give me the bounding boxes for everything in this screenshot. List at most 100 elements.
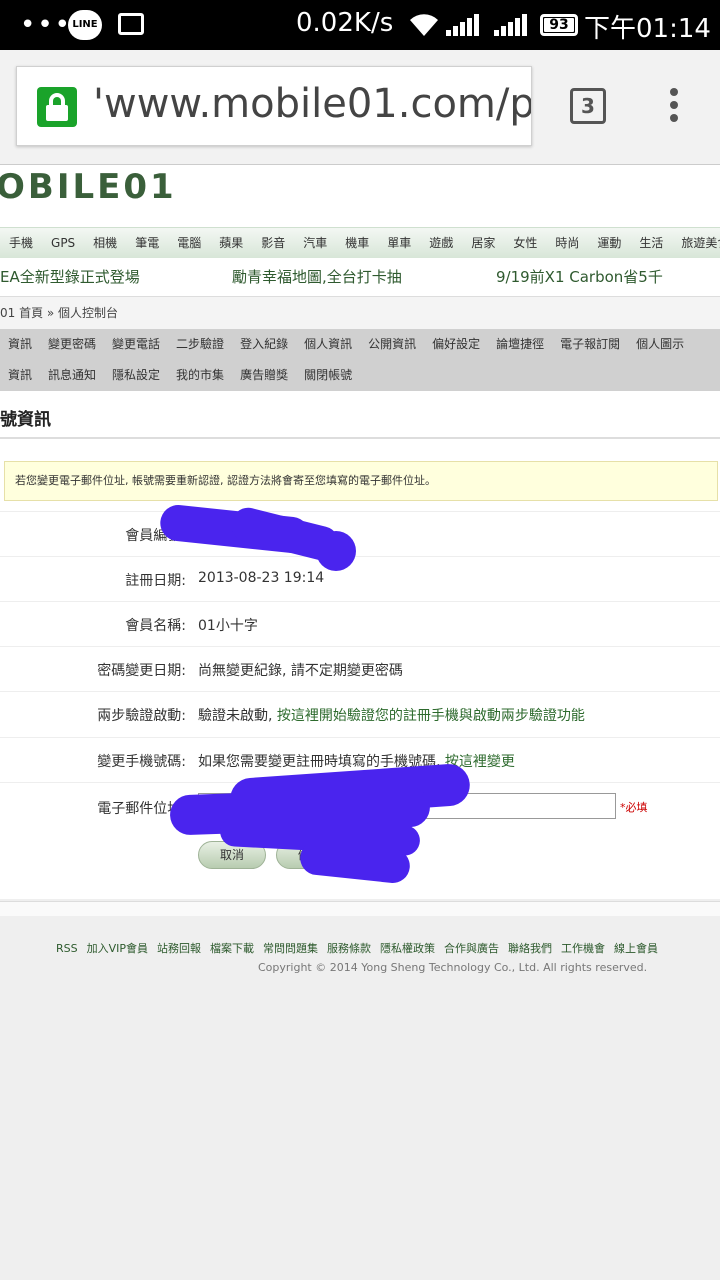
signal-icon-2 bbox=[494, 14, 529, 36]
member-name-value: 01小十字 bbox=[198, 618, 258, 634]
control-panel-link-2[interactable]: 變更密碼 bbox=[40, 329, 104, 360]
more-notifications-icon: ••• bbox=[20, 10, 73, 40]
password-change-row: 密碼變更日期: 尚無變更紀錄, 請不定期變更密碼 bbox=[0, 646, 720, 691]
lock-icon[interactable] bbox=[37, 87, 77, 127]
site-logo[interactable]: OBILE01 bbox=[0, 167, 177, 207]
category-link-12[interactable]: 居家 bbox=[462, 228, 504, 258]
category-link-17[interactable]: 旅遊美食 bbox=[672, 228, 720, 258]
category-link-14[interactable]: 時尚 bbox=[546, 228, 588, 258]
signal-icon-1 bbox=[446, 14, 481, 36]
footer-link-4[interactable]: 檔案下載 bbox=[210, 942, 254, 955]
control-panel-nav-row-1: 資訊 變更密碼 變更電話 二步驗證 登入紀錄 個人資訊 公開資訊 偏好設定 論壇捷徑 電子報訂閱個… bbox=[0, 329, 692, 360]
control-panel-link-row2-2[interactable]: 訊息通知 bbox=[40, 360, 104, 391]
email-change-notice: 若您變更電子郵件位址, 帳號需要重新認證, 認證方法將會寄至您填寫的電子郵件位址… bbox=[4, 461, 718, 501]
control-panel-link-row2-6[interactable]: 關閉帳號 bbox=[296, 360, 360, 391]
footer-links: RSS 加入VIP會員 站務回報 檔案下載 常問問題集 服務條款 隱私權政策 合作與廣告 聯絡我… bbox=[56, 937, 667, 956]
control-panel-link-1[interactable]: 資訊 bbox=[0, 329, 40, 360]
control-panel-link-10[interactable]: 電子報訂閱 bbox=[552, 329, 628, 360]
promo-link-3[interactable]: 9/19前X1 Carbon省5千 bbox=[496, 266, 663, 287]
control-panel-link-row2-4[interactable]: 我的市集 bbox=[168, 360, 232, 391]
control-panel-link-7[interactable]: 公開資訊 bbox=[360, 329, 424, 360]
footer-link-11[interactable]: 線上會員 bbox=[614, 942, 658, 955]
control-panel-link-5[interactable]: 登入紀錄 bbox=[232, 329, 296, 360]
phone-change-value: 如果您需要變更註冊時填寫的手機號碼, 按這裡變更 bbox=[198, 751, 515, 771]
category-link-7[interactable]: 影音 bbox=[252, 228, 294, 258]
promo-link-1[interactable]: EA全新型錄正式登場 bbox=[0, 266, 140, 287]
status-bar: ••• LINE 0.02K/s 93 下午01:14 bbox=[0, 0, 720, 50]
breadcrumb[interactable]: 01 首頁 » 個人控制台 bbox=[0, 297, 720, 329]
footer-link-6[interactable]: 服務條款 bbox=[327, 942, 371, 955]
promo-link-2[interactable]: 勵青幸福地圖,全台打卡抽 bbox=[232, 266, 402, 287]
footer-link-3[interactable]: 站務回報 bbox=[157, 942, 201, 955]
two-step-row: 兩步驗證啟動: 驗證未啟動, 按這裡開始驗證您的註冊手機與啟動兩步驗證功能 bbox=[0, 691, 720, 736]
category-link-6[interactable]: 蘋果 bbox=[210, 228, 252, 258]
category-link-1[interactable]: 手機 bbox=[0, 228, 42, 258]
category-link-4[interactable]: 筆電 bbox=[126, 228, 168, 258]
category-link-16[interactable]: 生活 bbox=[630, 228, 672, 258]
category-link-3[interactable]: 相機 bbox=[84, 228, 126, 258]
clock: 下午01:14 bbox=[584, 14, 711, 44]
control-panel-link-11[interactable]: 個人圖示 bbox=[628, 329, 692, 360]
promo-bar: EA全新型錄正式登場 勵青幸福地圖,全台打卡抽 9/19前X1 Carbon省5… bbox=[0, 258, 720, 297]
category-nav: 手機GPS相機筆電電腦蘋果影音汽車機車單車遊戲居家女性時尚運動生活旅遊美食 bbox=[0, 227, 720, 259]
control-panel-link-4[interactable]: 二步驗證 bbox=[168, 329, 232, 360]
control-panel-link-8[interactable]: 偏好設定 bbox=[424, 329, 488, 360]
control-panel-link-3[interactable]: 變更電話 bbox=[104, 329, 168, 360]
phone-change-label: 變更手機號碼: bbox=[97, 754, 186, 770]
member-name-row: 會員名稱: 01小十字 bbox=[0, 601, 720, 646]
web-page: OBILE01 手機 GPS 相機 筆電 電腦 蘋果 影音 汽車 機車 單車 遊戲 居家 女性 時尚 運動生… bbox=[0, 165, 720, 1280]
battery-icon: 93 bbox=[540, 14, 578, 36]
member-id-row: 會員編號: bbox=[0, 511, 720, 556]
account-info-panel: 號資訊 若您變更電子郵件位址, 帳號需要重新認證, 認證方法將會寄至您填寫的電子… bbox=[0, 391, 720, 899]
two-step-enable-link[interactable]: 按這裡開始驗證您的註冊手機與啟動兩步驗證功能 bbox=[277, 708, 585, 724]
control-panel-link-9[interactable]: 論壇捷徑 bbox=[488, 329, 552, 360]
control-panel-nav: 資訊 變更密碼 變更電話 二步驗證 登入紀錄 個人資訊 公開資訊 偏好設定 論壇捷徑 電子報訂閱個… bbox=[0, 329, 720, 391]
category-link-15[interactable]: 運動 bbox=[588, 228, 630, 258]
wifi-icon bbox=[410, 14, 438, 36]
battery-level: 93 bbox=[544, 18, 574, 32]
url-text[interactable]: 'www.mobile01.com/p bbox=[93, 81, 531, 127]
footer-link-8[interactable]: 合作與廣告 bbox=[444, 942, 499, 955]
two-step-status: 驗證未啟動, bbox=[198, 708, 273, 724]
category-link-8[interactable]: 汽車 bbox=[294, 228, 336, 258]
control-panel-link-row2-1[interactable]: 資訊 bbox=[0, 360, 40, 391]
required-marker: *必填 bbox=[620, 801, 648, 814]
copyright: Copyright © 2014 Yong Sheng Technology C… bbox=[258, 961, 648, 974]
image-notification-icon bbox=[118, 13, 144, 35]
password-change-label: 密碼變更日期: bbox=[97, 663, 186, 679]
footer-link-5[interactable]: 常問問題集 bbox=[263, 942, 318, 955]
member-name-label: 會員名稱: bbox=[125, 618, 186, 634]
reg-date-row: 註冊日期: 2013-08-23 19:14 bbox=[0, 556, 720, 601]
footer-link-9[interactable]: 聯絡我們 bbox=[508, 942, 552, 955]
category-link-5[interactable]: 電腦 bbox=[168, 228, 210, 258]
category-link-2[interactable]: GPS bbox=[42, 228, 84, 258]
address-bar[interactable]: 'www.mobile01.com/p bbox=[16, 66, 532, 146]
page-title: 號資訊 bbox=[0, 410, 51, 430]
category-link-13[interactable]: 女性 bbox=[504, 228, 546, 258]
category-link-9[interactable]: 機車 bbox=[336, 228, 378, 258]
footer-link-2[interactable]: 加入VIP會員 bbox=[87, 942, 148, 955]
reg-date-label: 註冊日期: bbox=[125, 573, 186, 589]
title-divider bbox=[0, 437, 720, 439]
overflow-menu-icon[interactable] bbox=[668, 88, 680, 126]
footer-link-1[interactable]: RSS bbox=[56, 942, 78, 955]
footer-link-7[interactable]: 隱私權政策 bbox=[380, 942, 435, 955]
tab-switcher-button[interactable]: 3 bbox=[570, 88, 606, 124]
footer-divider bbox=[0, 901, 720, 916]
password-change-value: 尚無變更紀錄, 請不定期變更密碼 bbox=[198, 663, 403, 679]
control-panel-link-row2-3[interactable]: 隱私設定 bbox=[104, 360, 168, 391]
control-panel-nav-row-2: 資訊 訊息通知 隱私設定 我的市集 廣告贈獎 關閉帳號 bbox=[0, 360, 360, 391]
two-step-value: 驗證未啟動, 按這裡開始驗證您的註冊手機與啟動兩步驗證功能 bbox=[198, 705, 585, 725]
two-step-label: 兩步驗證啟動: bbox=[97, 708, 186, 724]
category-link-10[interactable]: 單車 bbox=[378, 228, 420, 258]
line-app-icon: LINE bbox=[68, 10, 102, 40]
browser-toolbar: 'www.mobile01.com/p 3 bbox=[0, 50, 720, 165]
footer-link-10[interactable]: 工作機會 bbox=[561, 942, 605, 955]
redaction-scribble bbox=[316, 531, 356, 571]
site-header: OBILE01 bbox=[0, 165, 720, 227]
control-panel-link-6[interactable]: 個人資訊 bbox=[296, 329, 360, 360]
control-panel-link-row2-5[interactable]: 廣告贈獎 bbox=[232, 360, 296, 391]
reg-date-value: 2013-08-23 19:14 bbox=[198, 570, 325, 586]
category-link-11[interactable]: 遊戲 bbox=[420, 228, 462, 258]
network-speed: 0.02K/s bbox=[296, 8, 394, 38]
